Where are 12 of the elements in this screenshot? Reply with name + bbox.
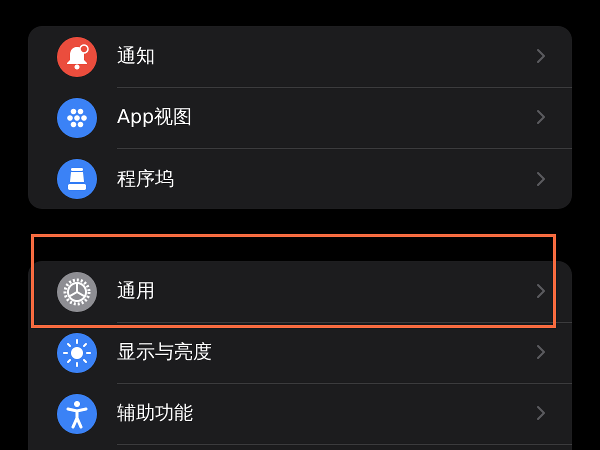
chevron-icon (536, 283, 546, 299)
chevron-icon (536, 170, 546, 186)
row-label[interactable]: App视图 (117, 104, 192, 130)
chevron-icon (536, 344, 546, 360)
row-label[interactable]: 通知 (117, 43, 155, 69)
row-label[interactable]: 显示与亮度 (117, 339, 212, 365)
chevron-icon (536, 48, 546, 64)
row-label[interactable]: 程序坞 (117, 166, 174, 192)
chevron-icon (536, 405, 546, 421)
row-label[interactable]: 辅助功能 (117, 400, 193, 426)
row-label[interactable]: 通用 (117, 278, 155, 304)
chevron-icon (536, 109, 546, 125)
